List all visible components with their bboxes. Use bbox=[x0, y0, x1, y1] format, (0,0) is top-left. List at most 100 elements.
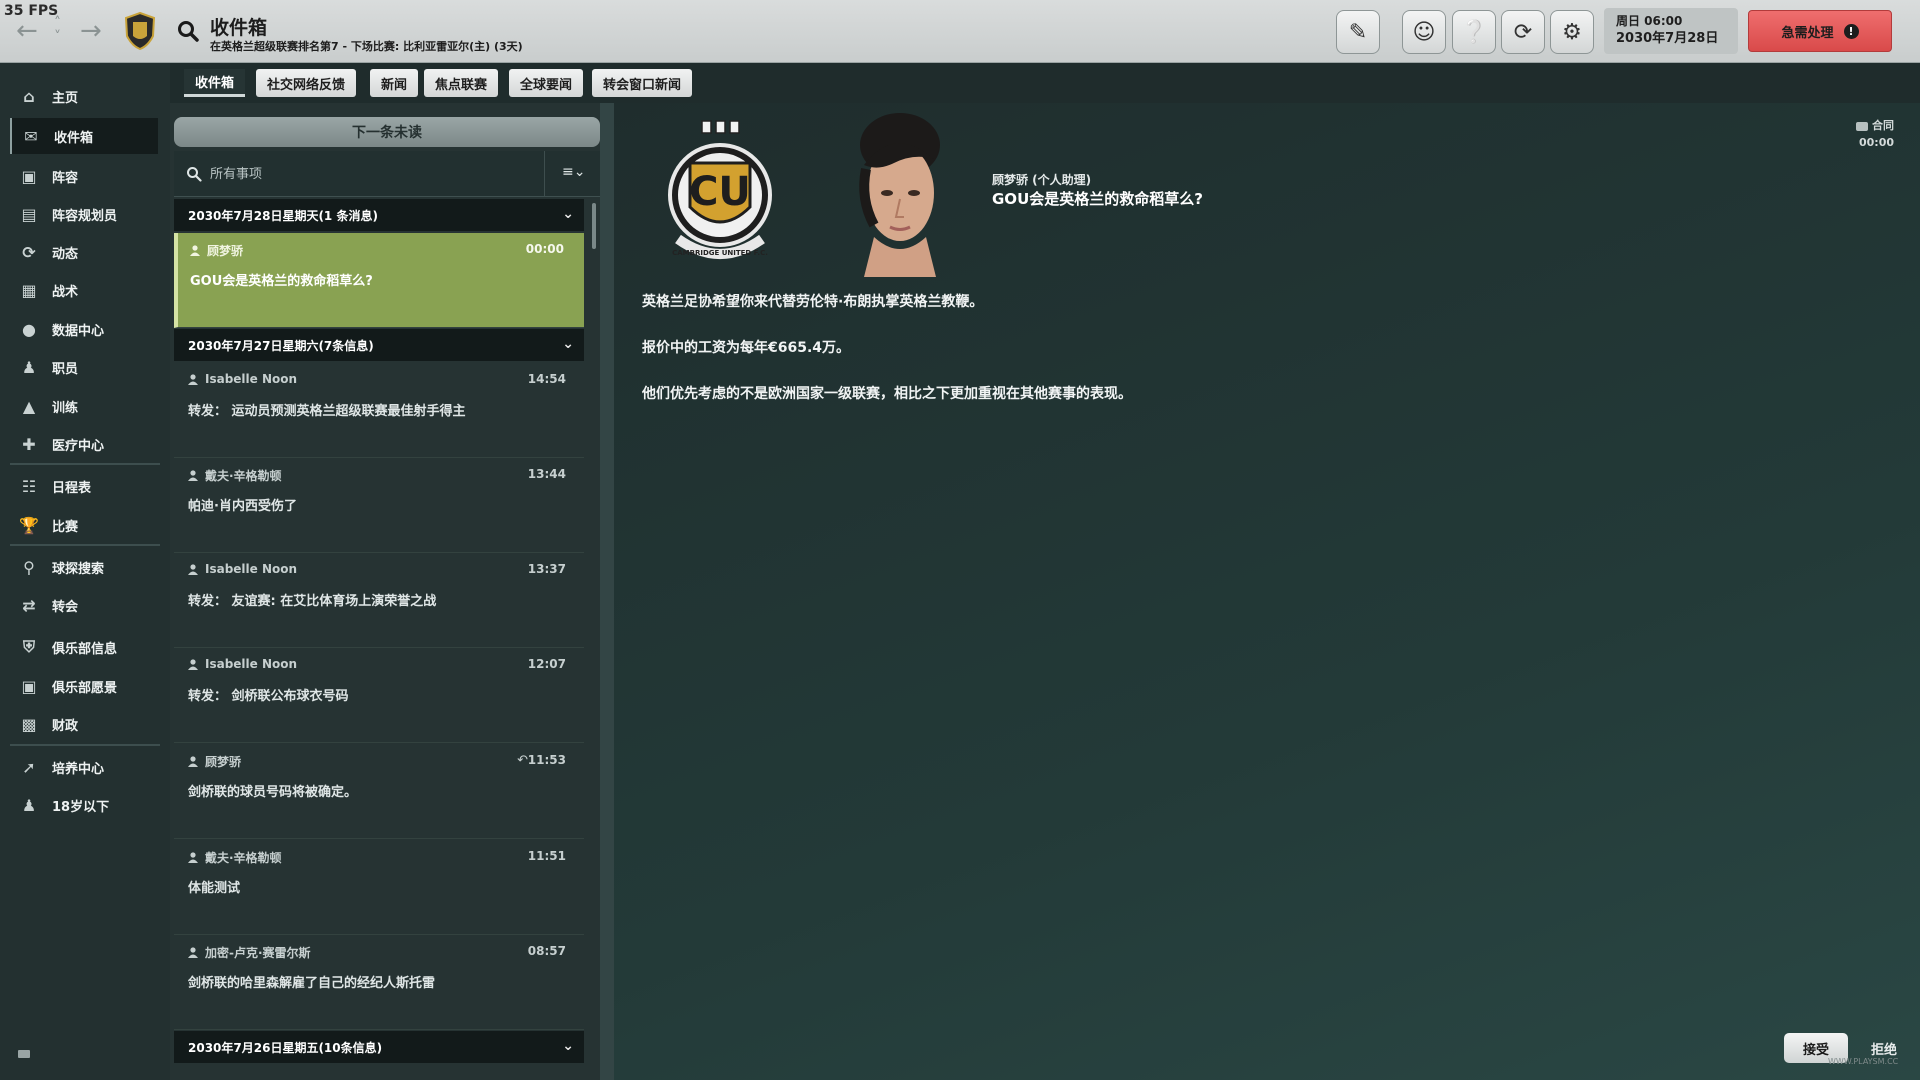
sidebar-item-label: 俱乐部信息 bbox=[52, 641, 118, 657]
contract-label: 合同 bbox=[1872, 119, 1894, 132]
message-subject: 转发： 友谊赛: 在艾比体育场上演荣誉之战 bbox=[188, 594, 437, 609]
message-list-pane: 下一条未读 ≡⌄ 2030年7月28日星期天(1 条消息) ⌄ 顾梦骄 00:0… bbox=[170, 103, 600, 1080]
sender-name: 顾梦骄 bbox=[207, 244, 244, 258]
message-time: 12:07 bbox=[527, 657, 566, 671]
chevron-down-icon: ⌄ bbox=[562, 206, 574, 222]
sidebar-item-label: 职员 bbox=[52, 361, 79, 377]
urgent-action-button[interactable]: 急需处理 ! bbox=[1748, 10, 1892, 52]
edit-button[interactable]: ✎ bbox=[1336, 10, 1380, 54]
list-item[interactable]: 戴夫·辛格勒顿 11:51 体能测试 bbox=[174, 840, 584, 935]
sidebar-item-dynamics[interactable]: ⟳ 动态 bbox=[10, 234, 158, 270]
search-icon bbox=[187, 167, 202, 182]
list-item[interactable]: 加密-卢克·赛雷尔斯 08:57 剑桥联的哈里森解雇了自己的经纪人斯托雷 bbox=[174, 935, 584, 1030]
sidebar-item-squad-planner[interactable]: ▤ 阵容规划员 bbox=[10, 196, 158, 232]
sender-name: 顾梦骄 bbox=[205, 755, 242, 769]
collapse-sidebar-icon[interactable] bbox=[18, 1050, 30, 1058]
sender-role: 顾梦骄 (个人助理) bbox=[992, 173, 1092, 187]
sidebar-divider bbox=[10, 744, 160, 746]
tab-social-feedback[interactable]: 社交网络反馈 bbox=[256, 69, 357, 97]
tab-focus-league[interactable]: 焦点联赛 bbox=[424, 69, 499, 97]
tab-news[interactable]: 新闻 bbox=[370, 69, 419, 97]
tab-inbox[interactable]: 收件箱 bbox=[184, 69, 246, 97]
sidebar-item-label: 财政 bbox=[52, 718, 79, 734]
sidebar-item-label: 球探搜索 bbox=[52, 561, 105, 577]
sender-name: Isabelle Noon bbox=[205, 562, 298, 576]
settings-button[interactable]: ⚙ bbox=[1550, 10, 1594, 54]
tag-icon bbox=[1856, 121, 1868, 131]
tab-transfer-window-news[interactable]: 转会窗口新闻 bbox=[592, 69, 693, 97]
list-item[interactable]: Isabelle Noon 12:07 转发： 剑桥联公布球衣号码 bbox=[174, 648, 584, 743]
sidebar-item-medical[interactable]: ✚ 医疗中心 bbox=[10, 426, 158, 462]
date-group-title: 2030年7月27日星期六(7条信息) bbox=[188, 338, 374, 353]
sidebar-item-training[interactable]: ▲ 训练 bbox=[10, 388, 158, 424]
sidebar-item-development[interactable]: ➚ 培养中心 bbox=[10, 749, 158, 785]
tab-world-news[interactable]: 全球要闻 bbox=[509, 69, 584, 97]
contract-tag[interactable]: 合同 00:00 bbox=[1856, 117, 1894, 151]
sidebar-item-tactics[interactable]: ▦ 战术 bbox=[10, 272, 158, 308]
assistant-portrait bbox=[859, 113, 940, 277]
crest-letters: CU bbox=[689, 169, 751, 215]
sidebar-item-home[interactable]: ⌂ 主页 bbox=[10, 78, 158, 114]
message-sender: 顾梦骄 bbox=[190, 242, 243, 259]
help-button[interactable]: ❔ bbox=[1452, 10, 1496, 54]
youth-icon: ♟ bbox=[21, 795, 37, 815]
club-crest-icon[interactable] bbox=[124, 12, 156, 50]
chevron-down-icon: ⌄ bbox=[562, 336, 574, 352]
sidebar-item-schedule[interactable]: ☷ 日程表 bbox=[10, 468, 158, 504]
data-icon: ● bbox=[22, 319, 36, 339]
list-item[interactable]: 戴夫·辛格勒顿 13:44 帕迪·肖内西受伤了 bbox=[174, 458, 584, 553]
message-search-input[interactable] bbox=[210, 163, 510, 185]
gear-icon: ⚙ bbox=[1562, 19, 1582, 45]
sidebar-item-scouting[interactable]: ⚲ 球探搜索 bbox=[10, 549, 158, 585]
message-body-paragraph: 英格兰足协希望你来代替劳伦特·布朗执掌英格兰教鞭。 bbox=[642, 294, 984, 310]
refresh-button[interactable]: ⟳ bbox=[1501, 10, 1545, 54]
sidebar-item-label: 训练 bbox=[52, 400, 79, 416]
home-icon: ⌂ bbox=[23, 86, 35, 106]
message-time: 13:37 bbox=[527, 562, 566, 576]
trophy-icon: 🏆 bbox=[19, 515, 39, 535]
sidebar: ⌂ 主页 ✉ 收件箱 ▣ 阵容 ▤ 阵容规划员 ⟳ 动态 ▦ 战术 ● 数据中心… bbox=[0, 63, 170, 1080]
list-item[interactable]: Isabelle Noon 14:54 转发： 运动员预测英格兰超级联赛最佳射手… bbox=[174, 363, 584, 458]
pane-divider[interactable] bbox=[600, 103, 614, 1080]
date-group-header[interactable]: 2030年7月28日星期天(1 条消息) ⌄ bbox=[174, 199, 584, 231]
manager-profile-button[interactable]: ☺ bbox=[1402, 10, 1446, 54]
message-time: 13:44 bbox=[527, 467, 566, 481]
list-item[interactable]: 顾梦骄 ↶ 11:53 剑桥联的球员号码将被确定。 bbox=[174, 744, 584, 839]
sidebar-item-finances[interactable]: ▩ 财政 bbox=[10, 706, 158, 742]
sidebar-item-label: 转会 bbox=[52, 599, 79, 615]
up-down-arrows-icon[interactable]: ˄ ˅ bbox=[54, 16, 61, 44]
forward-arrow-icon[interactable]: → bbox=[80, 18, 102, 44]
calendar-icon: ☷ bbox=[21, 476, 37, 496]
filter-menu-icon[interactable]: ≡⌄ bbox=[562, 164, 585, 180]
search-icon[interactable] bbox=[177, 20, 199, 42]
sidebar-item-data-hub[interactable]: ● 数据中心 bbox=[10, 311, 158, 347]
manager-face-icon: ☺ bbox=[1412, 19, 1436, 45]
sidebar-item-under-18[interactable]: ♟ 18岁以下 bbox=[10, 787, 158, 823]
back-arrow-icon[interactable]: ← bbox=[16, 18, 38, 44]
next-unread-button[interactable]: 下一条未读 bbox=[174, 117, 600, 147]
sidebar-item-transfers[interactable]: ⇄ 转会 bbox=[10, 587, 158, 623]
sidebar-item-squad[interactable]: ▣ 阵容 bbox=[10, 158, 158, 194]
message-time: 11:51 bbox=[527, 849, 566, 863]
message-sender: 戴夫·辛格勒顿 bbox=[188, 849, 282, 866]
list-item[interactable]: 顾梦骄 00:00 GOU会是英格兰的救命稻草么? bbox=[174, 233, 584, 328]
date-group-header[interactable]: 2030年7月26日星期五(10条信息) ⌄ bbox=[174, 1031, 584, 1063]
game-date[interactable]: 周日 06:00 2030年7月28日 bbox=[1604, 8, 1738, 54]
date-group-header[interactable]: 2030年7月27日星期六(7条信息) ⌄ bbox=[174, 329, 584, 361]
sidebar-item-competitions[interactable]: 🏆 比赛 bbox=[10, 507, 158, 543]
finance-icon: ▩ bbox=[21, 714, 37, 734]
person-icon bbox=[188, 563, 198, 575]
sender-name: 戴夫·辛格勒顿 bbox=[205, 469, 282, 483]
sidebar-item-staff[interactable]: ♟ 职员 bbox=[10, 349, 158, 385]
sidebar-item-club-vision[interactable]: ▣ 俱乐部愿景 bbox=[10, 668, 158, 704]
staff-icon: ♟ bbox=[21, 357, 37, 377]
list-item[interactable]: Isabelle Noon 13:37 转发： 友谊赛: 在艾比体育场上演荣誉之… bbox=[174, 553, 584, 648]
sidebar-item-club-info[interactable]: ⛨ 俱乐部信息 bbox=[10, 629, 158, 665]
person-icon bbox=[188, 756, 198, 767]
development-icon: ➚ bbox=[22, 757, 36, 777]
list-scrollbar[interactable] bbox=[592, 203, 596, 249]
message-time: 00:00 bbox=[525, 242, 564, 256]
club-crest-icon[interactable]: CU CAMBRIDGE UNITED F.C. bbox=[664, 119, 776, 265]
sidebar-item-inbox[interactable]: ✉ 收件箱 bbox=[10, 118, 158, 154]
medical-icon: ✚ bbox=[22, 434, 36, 454]
